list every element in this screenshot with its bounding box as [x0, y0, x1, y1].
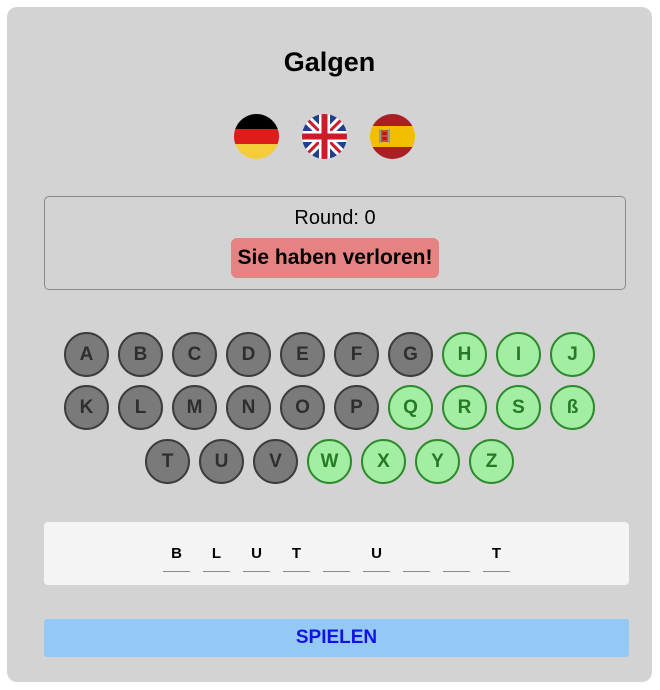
language-selector [234, 114, 415, 159]
letter-slot: U [243, 544, 270, 572]
letter-slot [443, 544, 470, 572]
letter-slot: U [363, 544, 390, 572]
letter-key[interactable]: T [145, 439, 190, 484]
letter-key[interactable]: G [388, 332, 433, 377]
letter-key[interactable]: A [64, 332, 109, 377]
letter-key[interactable]: M [172, 385, 217, 430]
letter-key[interactable]: P [334, 385, 379, 430]
letter-key[interactable]: K [64, 385, 109, 430]
game-over-badge: Sie haben verloren! [230, 238, 440, 278]
letter-key[interactable]: N [226, 385, 271, 430]
letter-slot [403, 544, 430, 572]
letter-key[interactable]: Z [469, 439, 514, 484]
letter-key[interactable]: ß [550, 385, 595, 430]
game-card: Galgen Round: 0 Sie haben verloren! A B … [7, 7, 652, 682]
letter-key[interactable]: C [172, 332, 217, 377]
letter-slot: L [203, 544, 230, 572]
letter-key[interactable]: H [442, 332, 487, 377]
letter-key[interactable]: I [496, 332, 541, 377]
letter-slot: T [283, 544, 310, 572]
letter-key[interactable]: V [253, 439, 298, 484]
letter-key[interactable]: S [496, 385, 541, 430]
keyboard-row-2: KLMNOPQRSß [7, 385, 652, 430]
letter-slot: T [483, 544, 510, 572]
letter-key[interactable]: W [307, 439, 352, 484]
letter-key[interactable]: X [361, 439, 406, 484]
page-title: Galgen [283, 47, 376, 77]
letter-key[interactable]: Q [388, 385, 433, 430]
play-button[interactable]: SPIELEN [44, 619, 629, 657]
letter-key[interactable]: B [118, 332, 163, 377]
letter-key[interactable]: E [280, 332, 325, 377]
germany-flag-icon[interactable] [234, 114, 279, 159]
letter-key[interactable]: U [199, 439, 244, 484]
letter-key[interactable]: F [334, 332, 379, 377]
letter-slot: B [163, 544, 190, 572]
letter-key[interactable]: Y [415, 439, 460, 484]
keyboard-row-1: ABCDEFGHIJ [7, 332, 652, 377]
spain-flag-icon[interactable] [370, 114, 415, 159]
word-display: BLUTUT [44, 522, 629, 585]
uk-flag-icon[interactable] [302, 114, 347, 159]
letter-key[interactable]: J [550, 332, 595, 377]
round-counter: Round: 0 [294, 207, 376, 229]
letter-key[interactable]: D [226, 332, 271, 377]
status-panel: Round: 0 Sie haben verloren! [44, 196, 626, 290]
keyboard-row-3: TUVWXYZ [7, 439, 652, 484]
letter-key[interactable]: L [118, 385, 163, 430]
letter-slot [323, 544, 350, 572]
letter-key[interactable]: O [280, 385, 325, 430]
letter-key[interactable]: R [442, 385, 487, 430]
